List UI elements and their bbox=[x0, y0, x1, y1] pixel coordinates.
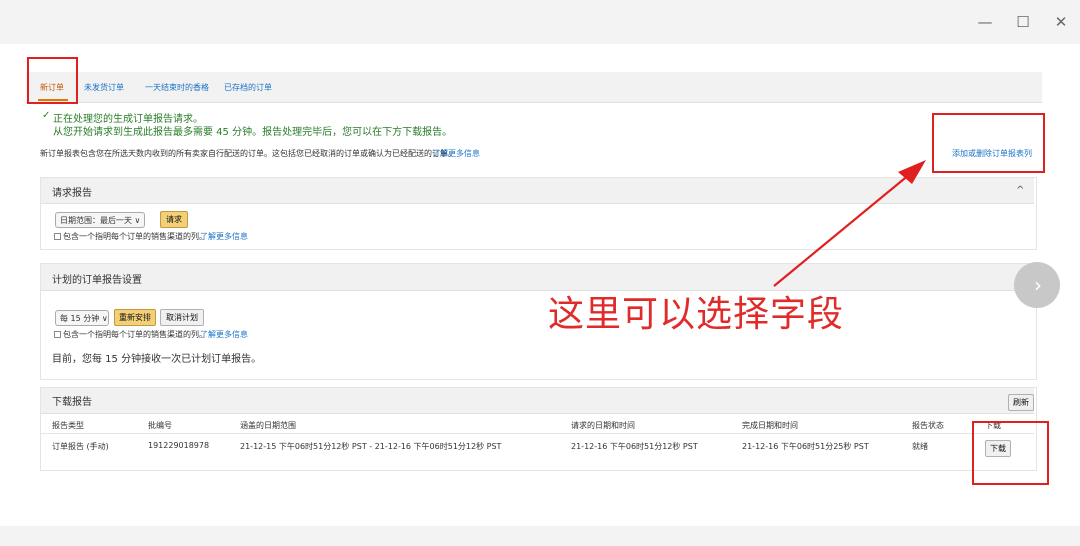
chevron-down-icon: ∨ bbox=[101, 314, 108, 323]
header-report-type: 报告类型 bbox=[52, 421, 84, 430]
status-line-2: 从您开始请求到生成此报告最多需要 45 分钟。报告处理完毕后，您可以在下方下载报… bbox=[53, 127, 453, 138]
header-requested-time: 请求的日期和时间 bbox=[571, 421, 635, 430]
header-batch-id: 批编号 bbox=[148, 421, 172, 430]
row-requested-time: 21-12-16 下午06时51分12秒 PST bbox=[571, 442, 698, 451]
highlight-box-columns bbox=[932, 113, 1045, 173]
highlight-box-download bbox=[972, 421, 1049, 485]
request-learn-more-link[interactable]: 了解更多信息 bbox=[200, 231, 248, 242]
cancel-schedule-button[interactable]: 取消计划 bbox=[160, 309, 204, 326]
info-learn-more-link[interactable]: 了解更多信息 bbox=[432, 148, 480, 159]
sales-channel-checkbox[interactable] bbox=[54, 233, 61, 240]
minimize-icon: — bbox=[977, 13, 993, 31]
maximize-icon: ☐ bbox=[1016, 13, 1030, 31]
header-date-range: 涵盖的日期范围 bbox=[240, 421, 296, 430]
tab-end-of-day[interactable]: 一天结束时的香格 bbox=[145, 82, 209, 93]
row-date-range: 21-12-15 下午06时51分12秒 PST - 21-12-16 下午06… bbox=[240, 442, 502, 451]
bottom-strip bbox=[0, 526, 1080, 546]
date-range-select[interactable]: 日期范围：最后一天 ∨ bbox=[55, 212, 145, 228]
header-report-status: 报告状态 bbox=[912, 421, 944, 430]
reschedule-button[interactable]: 重新安排 bbox=[114, 309, 156, 326]
tab-unshipped-orders[interactable]: 未发货订单 bbox=[84, 82, 124, 93]
chevron-right-icon: › bbox=[1034, 273, 1042, 297]
annotation-arrow bbox=[773, 160, 926, 287]
info-text: 新订单报表包含您在所选天数内收到的所有卖家自行配送的订单。这包括您已经取消的订单… bbox=[40, 149, 456, 158]
close-window-button[interactable]: ✕ bbox=[1046, 10, 1076, 34]
row-batch-id: 191229018978 bbox=[148, 441, 210, 450]
interval-select[interactable]: 每 15 分钟 ∨ bbox=[55, 310, 109, 326]
date-range-select-value: 日期范围：最后一天 bbox=[60, 216, 132, 225]
interval-select-value: 每 15 分钟 bbox=[60, 314, 100, 323]
maximize-button[interactable]: ☐ bbox=[1008, 10, 1038, 34]
tab-archived-orders[interactable]: 已存档的订单 bbox=[224, 82, 272, 93]
highlight-box-tab bbox=[27, 57, 78, 104]
schedule-learn-more-link[interactable]: 了解更多信息 bbox=[200, 329, 248, 340]
download-report-title: 下载报告 bbox=[52, 397, 92, 408]
annotation-arrow-line bbox=[773, 173, 911, 287]
sales-channel-label: 包含一个指明每个订单的销售渠道的列。 bbox=[63, 330, 207, 339]
window-titlebar bbox=[0, 0, 1080, 44]
request-report-title: 请求报告 bbox=[52, 188, 92, 199]
download-report-header bbox=[41, 388, 1034, 414]
row-completed-time: 21-12-16 下午06时51分25秒 PST bbox=[742, 442, 869, 451]
collapse-caret-icon[interactable]: ^ bbox=[1016, 185, 1024, 196]
scheduled-report-title: 计划的订单报告设置 bbox=[52, 275, 142, 286]
row-report-type: 订单报告 (手动) bbox=[52, 442, 109, 451]
status-check-icon: ✓ bbox=[42, 110, 51, 121]
request-button[interactable]: 请求 bbox=[160, 211, 188, 228]
header-completed-time: 完成日期和时间 bbox=[742, 421, 798, 430]
annotation-text: 这里可以选择字段 bbox=[548, 294, 845, 335]
close-icon: ✕ bbox=[1054, 13, 1068, 31]
minimize-button[interactable]: — bbox=[970, 10, 1000, 34]
refresh-button[interactable]: 刷新 bbox=[1008, 394, 1034, 411]
row-report-status: 就绪 bbox=[912, 442, 928, 451]
table-divider bbox=[41, 433, 1034, 434]
sales-channel-checkbox[interactable] bbox=[54, 331, 61, 338]
sales-channel-label: 包含一个指明每个订单的销售渠道的列。 bbox=[63, 232, 207, 241]
schedule-current-text: 目前，您每 15 分钟接收一次已计划订单报告。 bbox=[52, 354, 262, 365]
chevron-down-icon: ∨ bbox=[134, 216, 141, 225]
